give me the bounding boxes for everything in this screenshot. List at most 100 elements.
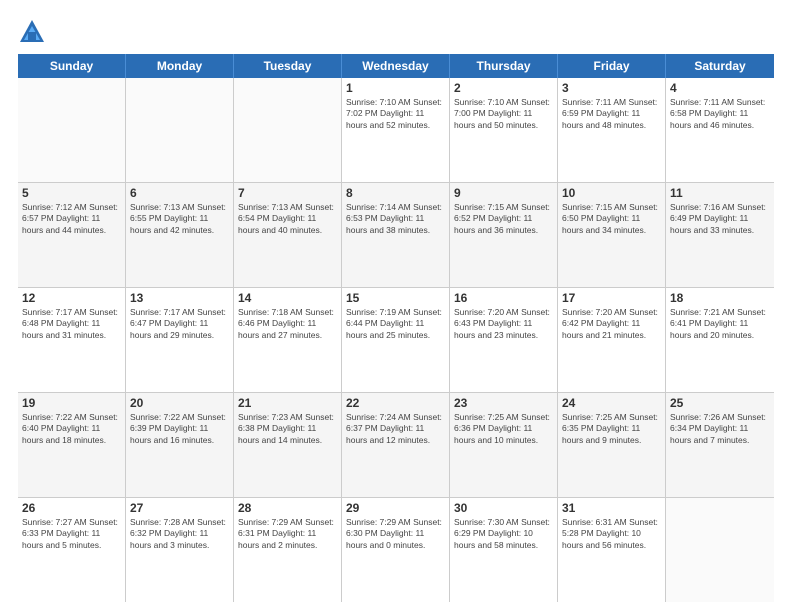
day-info: Sunrise: 7:10 AM Sunset: 7:02 PM Dayligh… [346, 97, 445, 131]
weekday-header-tuesday: Tuesday [234, 54, 342, 78]
calendar-cell-16: 16 Sunrise: 7:20 AM Sunset: 6:43 PM Dayli… [450, 288, 558, 392]
day-info: Sunrise: 7:21 AM Sunset: 6:41 PM Dayligh… [670, 307, 770, 341]
day-info: Sunrise: 7:29 AM Sunset: 6:31 PM Dayligh… [238, 517, 337, 551]
calendar-cell-2: 2 Sunrise: 7:10 AM Sunset: 7:00 PM Daylig… [450, 78, 558, 182]
day-number: 19 [22, 396, 121, 410]
calendar-row-3: 12Sunrise: 7:17 AM Sunset: 6:48 PM Dayli… [18, 288, 774, 393]
calendar-cell-28: 28 Sunrise: 7:29 AM Sunset: 6:31 PM Dayli… [234, 498, 342, 602]
day-info: Sunrise: 7:15 AM Sunset: 6:50 PM Dayligh… [562, 202, 661, 236]
day-number: 7 [238, 186, 337, 200]
day-number: 29 [346, 501, 445, 515]
day-info: Sunrise: 7:17 AM Sunset: 6:47 PM Dayligh… [130, 307, 229, 341]
day-info: Sunrise: 7:16 AM Sunset: 6:49 PM Dayligh… [670, 202, 770, 236]
day-info: Sunrise: 7:22 AM Sunset: 6:39 PM Dayligh… [130, 412, 229, 446]
day-number: 8 [346, 186, 445, 200]
calendar-cell-24: 24Sunrise: 7:25 AM Sunset: 6:35 PM Dayli… [558, 393, 666, 497]
day-number: 6 [130, 186, 229, 200]
calendar-cell-17: 17 Sunrise: 7:20 AM Sunset: 6:42 PM Dayli… [558, 288, 666, 392]
header [18, 18, 774, 46]
calendar-cell-15: 15 Sunrise: 7:19 AM Sunset: 6:44 PM Dayli… [342, 288, 450, 392]
day-number: 17 [562, 291, 661, 305]
calendar-cell-8: 8 Sunrise: 7:14 AM Sunset: 6:53 PM Daylig… [342, 183, 450, 287]
day-info: Sunrise: 6:31 AM Sunset: 5:28 PM Dayligh… [562, 517, 661, 551]
day-number: 30 [454, 501, 553, 515]
calendar-row-2: 5 Sunrise: 7:12 AM Sunset: 6:57 PM Daylig… [18, 183, 774, 288]
day-number: 3 [562, 81, 661, 95]
calendar-cell-6: 6 Sunrise: 7:13 AM Sunset: 6:55 PM Daylig… [126, 183, 234, 287]
day-number: 18 [670, 291, 770, 305]
day-info: Sunrise: 7:25 AM Sunset: 6:36 PM Dayligh… [454, 412, 553, 446]
calendar-cell-30: 30 Sunrise: 7:30 AM Sunset: 6:29 PM Dayli… [450, 498, 558, 602]
weekday-header-thursday: Thursday [450, 54, 558, 78]
calendar-cell-11: 11 Sunrise: 7:16 AM Sunset: 6:49 PM Dayli… [666, 183, 774, 287]
day-info: Sunrise: 7:11 AM Sunset: 6:59 PM Dayligh… [562, 97, 661, 131]
day-number: 27 [130, 501, 229, 515]
calendar-cell-14: 14 Sunrise: 7:18 AM Sunset: 6:46 PM Dayli… [234, 288, 342, 392]
calendar-cell-26: 26 Sunrise: 7:27 AM Sunset: 6:33 PM Dayli… [18, 498, 126, 602]
day-info: Sunrise: 7:19 AM Sunset: 6:44 PM Dayligh… [346, 307, 445, 341]
day-info: Sunrise: 7:22 AM Sunset: 6:40 PM Dayligh… [22, 412, 121, 446]
calendar-row-5: 26 Sunrise: 7:27 AM Sunset: 6:33 PM Dayli… [18, 498, 774, 602]
day-number: 11 [670, 186, 770, 200]
day-info: Sunrise: 7:13 AM Sunset: 6:55 PM Dayligh… [130, 202, 229, 236]
calendar-cell-1: 1 Sunrise: 7:10 AM Sunset: 7:02 PM Daylig… [342, 78, 450, 182]
weekday-header-friday: Friday [558, 54, 666, 78]
day-info: Sunrise: 7:30 AM Sunset: 6:29 PM Dayligh… [454, 517, 553, 551]
calendar-row-4: 19 Sunrise: 7:22 AM Sunset: 6:40 PM Dayli… [18, 393, 774, 498]
calendar-cell-empty [234, 78, 342, 182]
day-number: 22 [346, 396, 445, 410]
day-info: Sunrise: 7:24 AM Sunset: 6:37 PM Dayligh… [346, 412, 445, 446]
calendar-cell-9: 9Sunrise: 7:15 AM Sunset: 6:52 PM Daylig… [450, 183, 558, 287]
day-info: Sunrise: 7:11 AM Sunset: 6:58 PM Dayligh… [670, 97, 770, 131]
calendar-body: 1 Sunrise: 7:10 AM Sunset: 7:02 PM Daylig… [18, 78, 774, 602]
day-info: Sunrise: 7:15 AM Sunset: 6:52 PM Dayligh… [454, 202, 553, 236]
day-number: 2 [454, 81, 553, 95]
day-info: Sunrise: 7:13 AM Sunset: 6:54 PM Dayligh… [238, 202, 337, 236]
calendar-cell-5: 5 Sunrise: 7:12 AM Sunset: 6:57 PM Daylig… [18, 183, 126, 287]
day-number: 5 [22, 186, 121, 200]
day-number: 26 [22, 501, 121, 515]
calendar-row-1: 1 Sunrise: 7:10 AM Sunset: 7:02 PM Daylig… [18, 78, 774, 183]
calendar-cell-18: 18 Sunrise: 7:21 AM Sunset: 6:41 PM Dayli… [666, 288, 774, 392]
day-info: Sunrise: 7:27 AM Sunset: 6:33 PM Dayligh… [22, 517, 121, 551]
calendar-cell-22: 22 Sunrise: 7:24 AM Sunset: 6:37 PM Dayli… [342, 393, 450, 497]
day-number: 1 [346, 81, 445, 95]
calendar-header: SundayMondayTuesdayWednesdayThursdayFrid… [18, 54, 774, 78]
day-info: Sunrise: 7:23 AM Sunset: 6:38 PM Dayligh… [238, 412, 337, 446]
day-info: Sunrise: 7:18 AM Sunset: 6:46 PM Dayligh… [238, 307, 337, 341]
day-number: 31 [562, 501, 661, 515]
day-info: Sunrise: 7:20 AM Sunset: 6:42 PM Dayligh… [562, 307, 661, 341]
calendar-cell-10: 10Sunrise: 7:15 AM Sunset: 6:50 PM Dayli… [558, 183, 666, 287]
day-number: 15 [346, 291, 445, 305]
day-number: 25 [670, 396, 770, 410]
day-number: 16 [454, 291, 553, 305]
day-info: Sunrise: 7:14 AM Sunset: 6:53 PM Dayligh… [346, 202, 445, 236]
day-number: 28 [238, 501, 337, 515]
day-number: 13 [130, 291, 229, 305]
calendar-cell-31: 31 Sunrise: 6:31 AM Sunset: 5:28 PM Dayli… [558, 498, 666, 602]
weekday-header-saturday: Saturday [666, 54, 774, 78]
weekday-header-monday: Monday [126, 54, 234, 78]
day-number: 14 [238, 291, 337, 305]
day-info: Sunrise: 7:20 AM Sunset: 6:43 PM Dayligh… [454, 307, 553, 341]
page: SundayMondayTuesdayWednesdayThursdayFrid… [0, 0, 792, 612]
day-number: 4 [670, 81, 770, 95]
calendar-cell-7: 7 Sunrise: 7:13 AM Sunset: 6:54 PM Daylig… [234, 183, 342, 287]
day-number: 23 [454, 396, 553, 410]
day-number: 20 [130, 396, 229, 410]
day-info: Sunrise: 7:12 AM Sunset: 6:57 PM Dayligh… [22, 202, 121, 236]
calendar-cell-27: 27Sunrise: 7:28 AM Sunset: 6:32 PM Dayli… [126, 498, 234, 602]
calendar-cell-empty [666, 498, 774, 602]
calendar-cell-21: 21Sunrise: 7:23 AM Sunset: 6:38 PM Dayli… [234, 393, 342, 497]
calendar-cell-4: 4 Sunrise: 7:11 AM Sunset: 6:58 PM Daylig… [666, 78, 774, 182]
calendar-cell-23: 23 Sunrise: 7:25 AM Sunset: 6:36 PM Dayli… [450, 393, 558, 497]
day-info: Sunrise: 7:29 AM Sunset: 6:30 PM Dayligh… [346, 517, 445, 551]
weekday-header-sunday: Sunday [18, 54, 126, 78]
day-info: Sunrise: 7:10 AM Sunset: 7:00 PM Dayligh… [454, 97, 553, 131]
calendar-cell-12: 12Sunrise: 7:17 AM Sunset: 6:48 PM Dayli… [18, 288, 126, 392]
calendar: SundayMondayTuesdayWednesdayThursdayFrid… [18, 54, 774, 602]
calendar-cell-25: 25Sunrise: 7:26 AM Sunset: 6:34 PM Dayli… [666, 393, 774, 497]
calendar-cell-29: 29 Sunrise: 7:29 AM Sunset: 6:30 PM Dayli… [342, 498, 450, 602]
calendar-cell-3: 3 Sunrise: 7:11 AM Sunset: 6:59 PM Daylig… [558, 78, 666, 182]
calendar-cell-empty [126, 78, 234, 182]
